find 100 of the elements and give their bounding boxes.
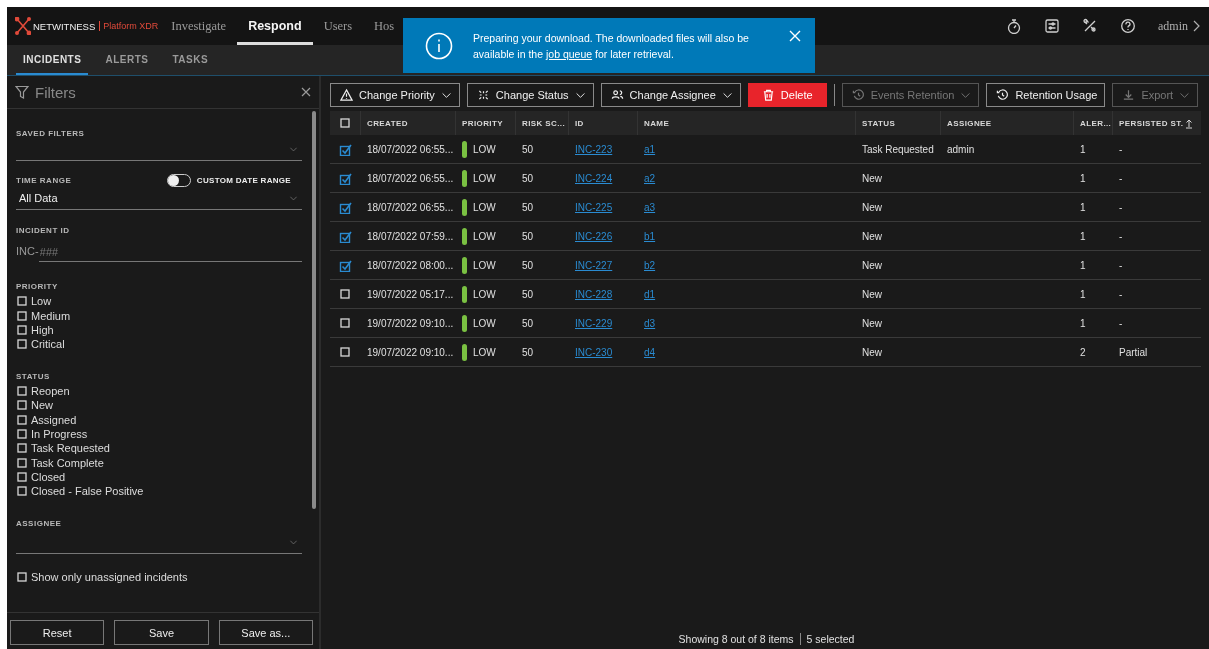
table-cell: 1 [1080, 259, 1086, 271]
table-cell: LOW [473, 259, 496, 271]
toolbar-button[interactable]: Retention Usage [986, 82, 1106, 107]
nav-link[interactable]: Users [312, 19, 364, 45]
section-label: TIME RANGE [16, 176, 72, 185]
incident-name-link[interactable]: b2 [644, 259, 656, 271]
history-icon [996, 87, 1010, 102]
column-header[interactable]: NAME [637, 111, 855, 135]
checked-checkbox[interactable] [338, 258, 352, 272]
incident-name-link[interactable]: a1 [644, 143, 656, 155]
close-icon[interactable] [301, 87, 311, 97]
checkbox-label: Assigned [31, 413, 77, 426]
toolbar-button[interactable]: Change Status [466, 82, 594, 107]
user-menu[interactable]: admin [1158, 18, 1201, 34]
checkbox[interactable] [16, 485, 28, 498]
column-header[interactable]: ALER... [1073, 111, 1112, 135]
tools-icon[interactable] [1082, 18, 1098, 34]
checked-checkbox[interactable] [338, 200, 352, 214]
checkbox-label: Closed [31, 471, 66, 484]
incident-id-link[interactable]: INC-225 [575, 201, 613, 213]
checkbox[interactable] [16, 427, 28, 440]
incident-id-field[interactable]: ### [38, 243, 302, 262]
table-row[interactable]: 18/07/2022 06:55... LOW 50 INC-223 a1 Task Requested admin 1 - [330, 135, 1201, 164]
priority-bar [462, 314, 467, 332]
table-cell: admin [947, 143, 975, 155]
checkbox[interactable] [16, 309, 28, 322]
incident-id-link[interactable]: INC-229 [575, 317, 613, 329]
table-row[interactable]: 18/07/2022 06:55... LOW 50 INC-224 a2 New 1 - [330, 164, 1201, 193]
checkbox[interactable] [16, 570, 28, 583]
checkbox[interactable] [16, 295, 28, 308]
incident-name-link[interactable]: d3 [644, 317, 656, 329]
toolbar-button[interactable]: Change Priority [330, 82, 460, 107]
checkbox[interactable] [16, 471, 28, 484]
incident-name-link[interactable]: a3 [644, 201, 656, 213]
table-row[interactable]: 19/07/2022 09:10... LOW 50 INC-230 d4 New 2 Partial [330, 338, 1201, 367]
toggle-switch[interactable] [166, 174, 191, 187]
priority-bar [462, 140, 467, 158]
time-range-dropdown[interactable]: All Data [16, 187, 302, 210]
priority-bar [462, 227, 467, 245]
checkbox[interactable] [16, 399, 28, 412]
checked-checkbox[interactable] [338, 171, 352, 185]
table-cell: 2 [1080, 346, 1086, 358]
nav-link[interactable]: Investigate [160, 19, 238, 45]
stopwatch-icon[interactable] [1006, 18, 1022, 34]
checkbox[interactable] [16, 323, 28, 336]
section-label: STATUS [16, 371, 51, 381]
tab[interactable]: INCIDENTS [16, 45, 89, 75]
incident-name-link[interactable]: b1 [644, 230, 656, 242]
table-row[interactable]: 19/07/2022 05:17... LOW 50 INC-228 d1 New 1 - [330, 280, 1201, 309]
priority-bar [462, 169, 467, 187]
scrollbar-thumb[interactable] [312, 111, 316, 509]
incident-id-link[interactable]: INC-223 [575, 143, 613, 155]
table-row[interactable]: 18/07/2022 07:59... LOW 50 INC-226 b1 New 1 - [330, 222, 1201, 251]
column-header[interactable]: RISK SC... [515, 111, 568, 135]
incident-name-link[interactable]: d4 [644, 346, 656, 358]
table-row[interactable]: 19/07/2022 09:10... LOW 50 INC-229 d3 New 1 - [330, 309, 1201, 338]
nav-link[interactable]: Hos [363, 19, 406, 45]
toolbar-button[interactable]: Delete [747, 82, 827, 107]
warning-icon [340, 87, 353, 102]
help-icon[interactable] [1120, 18, 1136, 34]
checkbox[interactable] [16, 338, 28, 351]
toolbar-button[interactable]: Change Assignee [600, 82, 741, 107]
column-header[interactable]: STATUS [855, 111, 940, 135]
filter-action-button[interactable]: Save as... [218, 620, 313, 645]
table-cell: New [862, 288, 882, 300]
incident-name-link[interactable]: d1 [644, 288, 656, 300]
checkbox[interactable] [339, 288, 351, 300]
column-header[interactable]: ASSIGNEE [940, 111, 1073, 135]
table-cell: 1 [1080, 143, 1086, 155]
filter-action-button[interactable]: Reset [10, 620, 105, 645]
column-header[interactable]: ID [568, 111, 637, 135]
column-header[interactable]: PRIORITY [455, 111, 515, 135]
tab[interactable]: TASKS [165, 45, 216, 75]
table-cell: 19/07/2022 05:17... [367, 288, 454, 300]
incident-name-link[interactable]: a2 [644, 172, 656, 184]
table-cell: - [1119, 143, 1123, 155]
incident-id-link[interactable]: INC-227 [575, 259, 613, 271]
column-header[interactable]: PERSISTED ST. [1112, 111, 1203, 135]
column-header[interactable]: CREATED [360, 111, 455, 135]
incident-id-link[interactable]: INC-226 [575, 230, 613, 242]
checkbox[interactable] [16, 413, 28, 426]
tab[interactable]: ALERTS [98, 45, 156, 75]
filter-action-button[interactable]: Save [114, 620, 209, 645]
table-row[interactable]: 18/07/2022 08:00... LOW 50 INC-227 b2 New 1 - [330, 251, 1201, 280]
table-row[interactable]: 18/07/2022 06:55... LOW 50 INC-225 a3 New 1 - [330, 193, 1201, 222]
settings-panel-icon[interactable] [1044, 18, 1060, 34]
incident-id-link[interactable]: INC-228 [575, 288, 613, 300]
checkbox-label: High [31, 323, 54, 336]
checkbox[interactable] [339, 346, 351, 358]
job-queue-link[interactable]: job queue [545, 47, 593, 60]
incident-id-link[interactable]: INC-230 [575, 346, 613, 358]
checked-checkbox[interactable] [338, 142, 352, 156]
checkbox[interactable] [16, 442, 28, 455]
incident-id-link[interactable]: INC-224 [575, 172, 613, 184]
checkbox[interactable] [339, 317, 351, 329]
checkbox[interactable] [339, 117, 351, 129]
checkbox[interactable] [16, 384, 28, 397]
table-cell: LOW [473, 346, 496, 358]
checkbox[interactable] [16, 456, 28, 469]
checked-checkbox[interactable] [338, 229, 352, 243]
